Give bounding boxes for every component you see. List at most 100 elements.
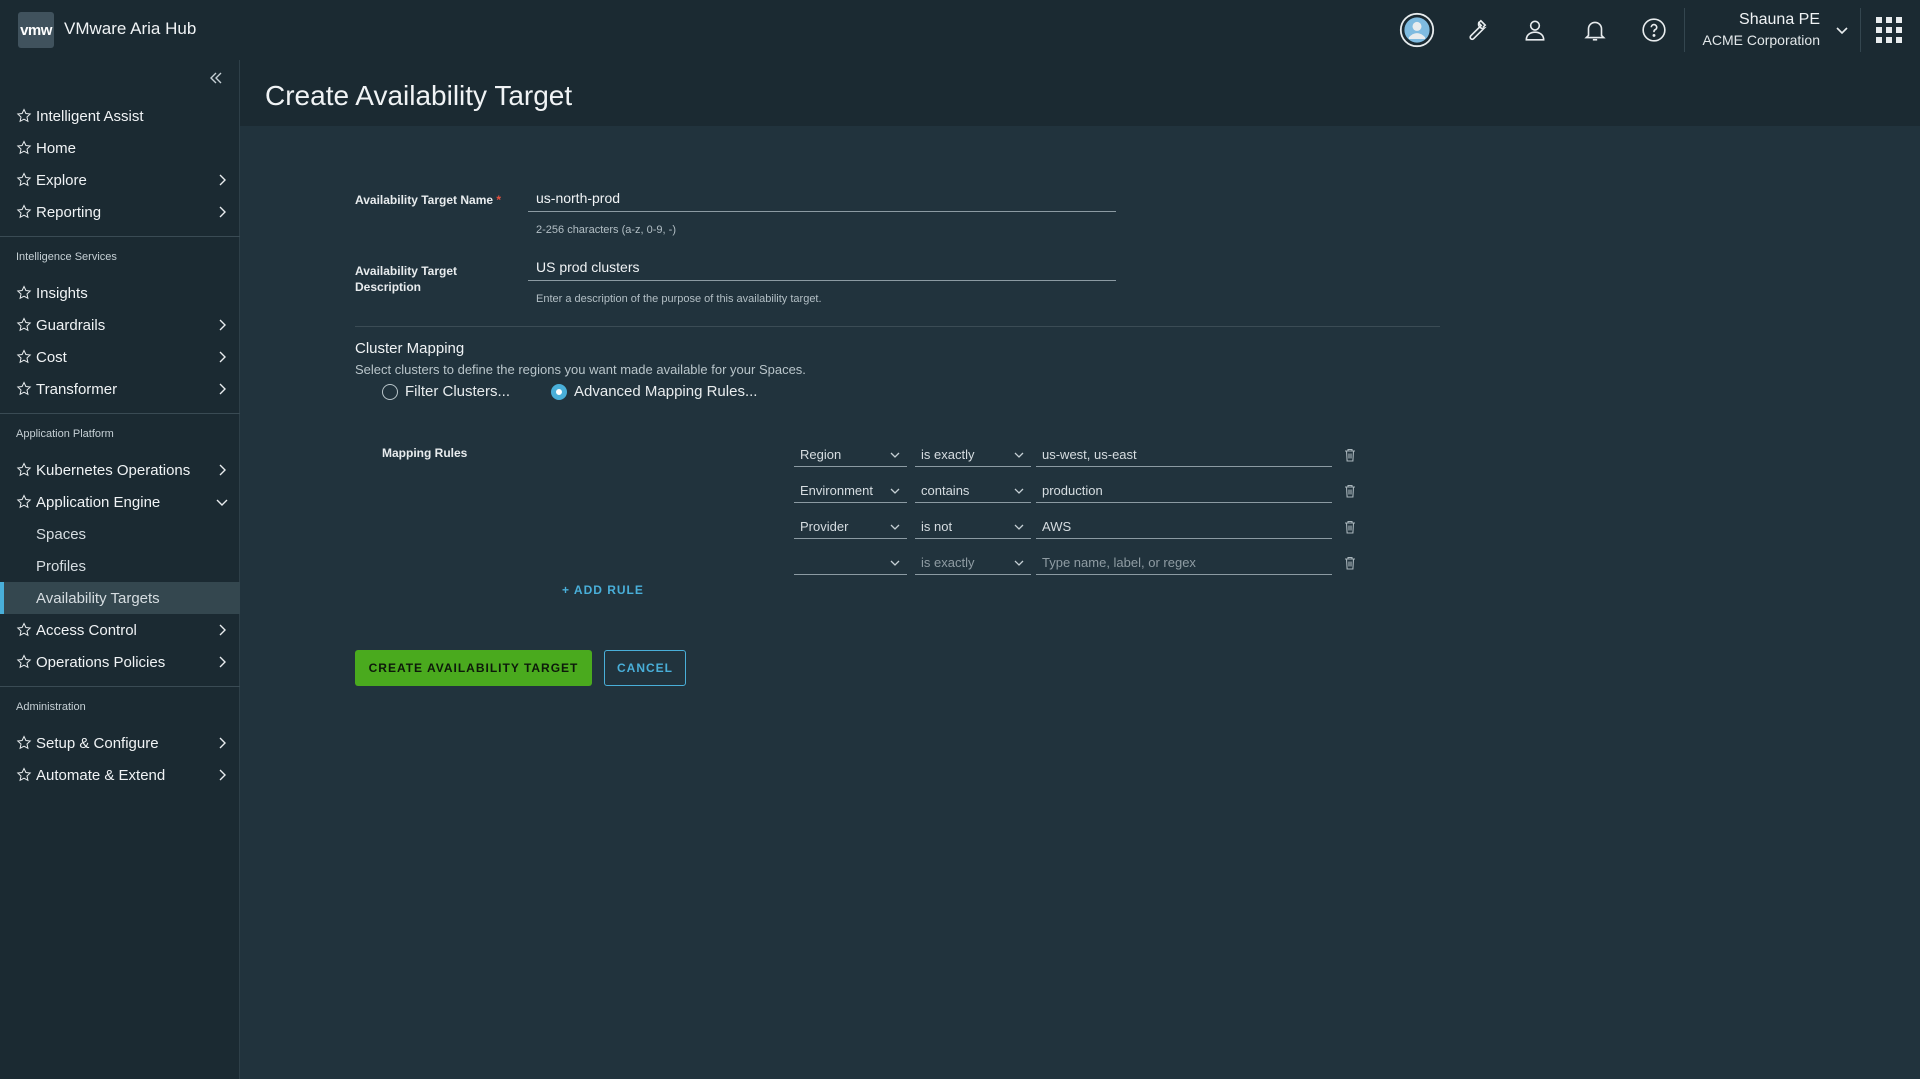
cancel-button[interactable]: CANCEL	[604, 650, 686, 686]
star-icon	[16, 204, 32, 219]
sidebar-item-cost[interactable]: Cost	[0, 341, 240, 373]
sidebar-item-setup-configure[interactable]: Setup & Configure	[0, 727, 240, 759]
app-title[interactable]: VMware Aria Hub	[64, 19, 196, 39]
chevron-right-icon	[219, 351, 226, 363]
star-icon	[16, 349, 32, 364]
rule-value-input[interactable]: production	[1036, 479, 1332, 503]
radio-button-selected[interactable]	[551, 383, 567, 400]
sidebar-item-reporting[interactable]: Reporting	[0, 196, 240, 228]
description-helper: Enter a description of the purpose of th…	[536, 293, 822, 305]
user-org: ACME Corporation	[1702, 32, 1821, 48]
trash-icon[interactable]	[1342, 519, 1358, 535]
rule-operator-select[interactable]: is exactly	[915, 443, 1031, 467]
sidebar-item-label: Application Engine	[36, 493, 161, 511]
sidebar-item-label: Explore	[36, 171, 87, 189]
star-icon	[16, 494, 32, 509]
description-label-line1: Availability Target	[355, 264, 458, 278]
wrench-icon[interactable]	[1458, 12, 1494, 48]
sidebar-item-label: Intelligent Assist	[36, 107, 144, 125]
sidebar-item-application-engine[interactable]: Application Engine	[0, 486, 240, 518]
radio-filter-clusters[interactable]: Filter Clusters...	[382, 383, 510, 400]
vmware-logo[interactable]: vmw	[18, 12, 54, 48]
chevron-right-icon	[219, 769, 226, 781]
sidebar-item-label: Setup & Configure	[36, 734, 159, 752]
user-menu[interactable]: Shauna PE ACME Corporation	[1688, 10, 1821, 50]
rule-field-select[interactable]: Region	[794, 443, 907, 467]
sidebar-item-operations-policies[interactable]: Operations Policies	[0, 646, 240, 678]
name-input[interactable]: us-north-prod	[528, 184, 1116, 212]
sidebar-item-transformer[interactable]: Transformer	[0, 373, 240, 405]
mapping-rules-label: Mapping Rules	[382, 446, 468, 460]
rule-value-input[interactable]: Type name, label, or regex	[1036, 551, 1332, 575]
star-icon	[16, 140, 32, 155]
sidebar-item-automate-extend[interactable]: Automate & Extend	[0, 759, 240, 791]
cluster-mapping-description: Select clusters to define the regions yo…	[355, 362, 806, 377]
sidebar-item-guardrails[interactable]: Guardrails	[0, 309, 240, 341]
sidebar-item-explore[interactable]: Explore	[0, 164, 240, 196]
bell-icon[interactable]	[1577, 12, 1613, 48]
sidebar-item-label: Spaces	[36, 525, 87, 543]
help-icon[interactable]	[1636, 12, 1672, 48]
sidebar-item-label: Insights	[36, 284, 88, 302]
radio-label: Filter Clusters...	[405, 383, 511, 400]
rule-operator-select[interactable]: contains	[915, 479, 1031, 503]
chevron-right-icon	[219, 383, 226, 395]
sidebar-item-label: Guardrails	[36, 316, 106, 334]
avatar-icon[interactable]	[1399, 12, 1435, 48]
cluster-mapping-title: Cluster Mapping	[355, 340, 465, 357]
rule-field-select[interactable]	[794, 551, 907, 575]
create-availability-target-button[interactable]: CREATE AVAILABILITY TARGET	[355, 650, 592, 686]
rule-field-select[interactable]: Environment	[794, 479, 907, 503]
description-input[interactable]: US prod clusters	[528, 253, 1116, 281]
sidebar: Intelligent Assist Home Explore Reportin…	[0, 60, 240, 1079]
star-icon	[16, 381, 32, 396]
trash-icon[interactable]	[1342, 555, 1358, 571]
description-label: Availability Target Description	[355, 263, 457, 295]
trash-icon[interactable]	[1342, 447, 1358, 463]
rule-field-select[interactable]: Provider	[794, 515, 907, 539]
sidebar-item-label: Availability Targets	[36, 589, 160, 607]
collapse-sidebar-icon[interactable]	[206, 68, 226, 88]
trash-icon[interactable]	[1342, 483, 1358, 499]
chevron-right-icon	[219, 319, 226, 331]
sidebar-item-label: Automate & Extend	[36, 766, 166, 784]
form-divider	[355, 326, 1440, 327]
star-icon	[16, 654, 32, 669]
chevron-down-icon	[1014, 488, 1024, 494]
radio-advanced-mapping[interactable]: Advanced Mapping Rules...	[551, 383, 757, 400]
title-bar: Create Availability Target	[240, 60, 1920, 126]
sidebar-item-kubernetes-operations[interactable]: Kubernetes Operations	[0, 454, 240, 486]
chevron-right-icon	[219, 656, 226, 668]
sidebar-item-profiles[interactable]: Profiles	[0, 550, 240, 582]
section-intelligence-services: Intelligence Services	[0, 236, 240, 269]
sidebar-item-availability-targets[interactable]: Availability Targets	[0, 582, 240, 614]
app-grid-icon[interactable]	[1876, 17, 1902, 43]
user-name: Shauna PE	[1739, 11, 1820, 28]
name-label-text: Availability Target Name	[355, 193, 494, 207]
sidebar-item-label: Access Control	[36, 621, 137, 639]
rule-operator-select[interactable]: is exactly	[915, 551, 1031, 575]
rule-field-value: Environment	[800, 483, 873, 498]
user-icon[interactable]	[1517, 12, 1553, 48]
sidebar-item-label: Profiles	[36, 557, 87, 575]
rule-field-value: Provider	[800, 519, 849, 534]
required-mark: *	[496, 193, 502, 207]
chevron-down-icon	[1014, 560, 1024, 566]
chevron-right-icon	[219, 206, 226, 218]
sidebar-item-insights[interactable]: Insights	[0, 277, 240, 309]
rule-value-input[interactable]: us-west, us-east	[1036, 443, 1332, 467]
add-rule-button[interactable]: + ADD RULE	[562, 583, 644, 597]
rule-value-input[interactable]: AWS	[1036, 515, 1332, 539]
main-content: Create Availability Target Availability …	[240, 60, 1920, 1079]
name-label: Availability Target Name *	[355, 192, 501, 208]
sidebar-item-home[interactable]: Home	[0, 132, 240, 164]
sidebar-item-intelligent-assist[interactable]: Intelligent Assist	[0, 100, 240, 132]
description-label-line2: Description	[355, 280, 422, 294]
chevron-down-icon[interactable]	[1832, 20, 1852, 40]
rule-operator-value: is exactly	[921, 447, 975, 462]
rule-operator-select[interactable]: is not	[915, 515, 1031, 539]
chevron-down-icon	[1014, 452, 1024, 458]
sidebar-item-access-control[interactable]: Access Control	[0, 614, 240, 646]
sidebar-item-spaces[interactable]: Spaces	[0, 518, 240, 550]
radio-button[interactable]	[382, 383, 398, 400]
